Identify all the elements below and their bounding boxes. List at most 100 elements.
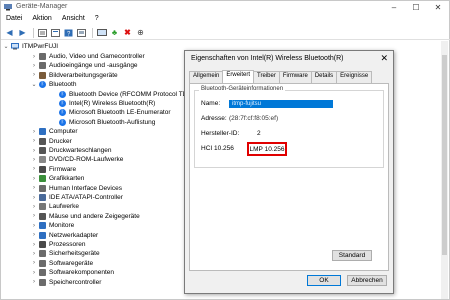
- device-item[interactable]: ᛒ Microsoft Bluetooth LE-Enumerator: [59, 108, 171, 117]
- update-driver-icon[interactable]: ♣: [109, 28, 120, 38]
- storage-icon: [39, 278, 46, 286]
- chevron-right-icon[interactable]: ›: [31, 129, 37, 135]
- category-item[interactable]: › Druckwarteschlangen: [31, 146, 112, 155]
- minimize-button[interactable]: –: [383, 1, 405, 13]
- chevron-right-icon[interactable]: ›: [31, 260, 37, 266]
- category-item[interactable]: › Bildverarbeitungsgeräte: [31, 71, 118, 80]
- chevron-right-icon[interactable]: ›: [31, 195, 37, 201]
- tab-details[interactable]: Details: [310, 71, 338, 83]
- chevron-right-icon[interactable]: ›: [31, 54, 37, 60]
- uninstall-icon[interactable]: ✖: [122, 28, 133, 38]
- device-item[interactable]: ᛒ Bluetooth Device (RFCOMM Protocol TDI): [59, 90, 191, 99]
- category-item[interactable]: › Drucker: [31, 137, 72, 146]
- chevron-right-icon[interactable]: ›: [31, 63, 37, 69]
- category-item[interactable]: › Computer: [31, 127, 78, 136]
- hid-icon: [39, 184, 46, 192]
- device-icon[interactable]: [76, 28, 87, 38]
- name-label: Name:: [201, 100, 221, 107]
- tree-root[interactable]: ⌄ ITMPwrFUJI: [3, 42, 58, 51]
- controller-icon: [39, 194, 46, 201]
- category-item[interactable]: › Softwarekomponenten: [31, 268, 114, 277]
- menu-ansicht[interactable]: Ansicht: [57, 14, 90, 25]
- chevron-right-icon[interactable]: ›: [31, 138, 37, 144]
- dialog-title: Eigenschaften von Intel(R) Wireless Blue…: [191, 55, 344, 62]
- category-item[interactable]: › IDE ATA/ATAPI-Controller: [31, 193, 123, 202]
- category-item[interactable]: › Softwaregeräte: [31, 259, 93, 268]
- chevron-right-icon[interactable]: ›: [31, 148, 37, 154]
- hci-version: HCI 10.256: [201, 145, 234, 152]
- category-item[interactable]: › Netzwerkadapter: [31, 231, 98, 240]
- tree-item-label: Softwarekomponenten: [49, 269, 115, 277]
- display-adapter-icon: [39, 175, 46, 183]
- help-icon[interactable]: ?: [63, 28, 74, 38]
- properties-dialog: Eigenschaften von Intel(R) Wireless Blue…: [184, 50, 394, 294]
- category-item[interactable]: › Firmware: [31, 165, 76, 174]
- tab-treiber[interactable]: Treiber: [253, 71, 280, 83]
- tree-root-label: ITMPwrFUJI: [22, 43, 59, 50]
- bluetooth-icon: ᛒ: [59, 90, 66, 98]
- title-bar: Geräte-Manager – ☐ ✕: [1, 1, 449, 13]
- security-icon: [39, 250, 46, 258]
- category-item[interactable]: › Audioeingänge und -ausgänge: [31, 61, 138, 70]
- category-item[interactable]: › Monitore: [31, 221, 74, 230]
- chevron-right-icon[interactable]: ›: [31, 213, 37, 219]
- chevron-right-icon[interactable]: ›: [31, 204, 37, 210]
- vertical-scrollbar[interactable]: [441, 41, 448, 299]
- tab-ereignisse[interactable]: Ereignisse: [336, 71, 373, 83]
- category-item[interactable]: ⌄ ᛒ Bluetooth: [31, 80, 76, 89]
- chevron-right-icon[interactable]: ›: [31, 157, 37, 163]
- chevron-right-icon[interactable]: ›: [31, 185, 37, 191]
- chevron-right-icon[interactable]: ›: [31, 166, 37, 172]
- chevron-down-icon[interactable]: ⌄: [31, 81, 37, 88]
- close-window-button[interactable]: ✕: [427, 1, 449, 13]
- tree-item-label: Audio, Video und Gamecontroller: [49, 53, 145, 60]
- device-item[interactable]: ᛒ Microsoft Bluetooth-Auflistung: [59, 118, 155, 127]
- ok-button[interactable]: OK: [307, 275, 341, 286]
- category-item[interactable]: › Speichercontroller: [31, 278, 101, 287]
- enable-device-icon[interactable]: ⊕: [135, 28, 146, 38]
- tree-item-label: Microsoft Bluetooth LE-Enumerator: [69, 109, 171, 117]
- category-item[interactable]: › Sicherheitsgeräte: [31, 249, 100, 258]
- name-field[interactable]: itmp-fujitsu: [229, 100, 333, 108]
- chevron-right-icon[interactable]: ›: [31, 242, 37, 248]
- category-item[interactable]: › Mäuse und andere Zeigegeräte: [31, 212, 140, 221]
- category-item[interactable]: › Prozessoren: [31, 240, 86, 249]
- maximize-button[interactable]: ☐: [405, 1, 427, 13]
- properties-icon[interactable]: [37, 28, 48, 38]
- chevron-right-icon[interactable]: ›: [31, 270, 37, 276]
- cancel-button[interactable]: Abbrechen: [347, 275, 387, 286]
- device-item[interactable]: ᛒ Intel(R) Wireless Bluetooth(R): [59, 99, 155, 108]
- category-item[interactable]: › Laufwerke: [31, 202, 79, 211]
- forward-arrow-icon[interactable]: ▶: [17, 28, 28, 38]
- chevron-right-icon[interactable]: ›: [31, 232, 37, 238]
- monitor-scan-icon[interactable]: [96, 28, 107, 38]
- menu-datei[interactable]: Datei: [1, 14, 27, 25]
- menu-help[interactable]: ?: [90, 14, 104, 25]
- disc-icon: [39, 156, 46, 164]
- chevron-right-icon[interactable]: ›: [31, 251, 37, 257]
- chevron-right-icon[interactable]: ›: [31, 279, 37, 285]
- chevron-right-icon[interactable]: ›: [31, 176, 37, 182]
- window-title: Geräte-Manager: [16, 3, 68, 10]
- close-icon[interactable]: ✕: [380, 53, 388, 64]
- tree-item-label: Audioeingänge und -ausgänge: [49, 62, 138, 70]
- tab-allgemein[interactable]: Allgemein: [189, 71, 224, 83]
- tab-erweitert[interactable]: Erweitert: [222, 70, 255, 83]
- menu-aktion[interactable]: Aktion: [27, 14, 56, 25]
- tree-item-label: Drucker: [49, 137, 72, 145]
- list-view-icon[interactable]: [50, 28, 61, 38]
- mouse-icon: [39, 212, 46, 220]
- tab-firmware[interactable]: Firmware: [278, 71, 312, 83]
- category-item[interactable]: › Grafikkarten: [31, 174, 84, 183]
- speaker-icon: [39, 53, 46, 60]
- standard-button[interactable]: Standard: [332, 250, 372, 261]
- chevron-right-icon[interactable]: ›: [31, 223, 37, 229]
- scrollbar-thumb[interactable]: [442, 55, 447, 255]
- category-item[interactable]: › DVD/CD-ROM-Laufwerke: [31, 155, 123, 164]
- back-arrow-icon[interactable]: ◀: [4, 28, 15, 38]
- category-item[interactable]: › Audio, Video und Gamecontroller: [31, 52, 145, 61]
- chevron-right-icon[interactable]: ›: [31, 72, 37, 78]
- tree-item-label: Bluetooth: [49, 81, 77, 89]
- chevron-down-icon[interactable]: ⌄: [3, 43, 9, 50]
- category-item[interactable]: › Human Interface Devices: [31, 184, 122, 193]
